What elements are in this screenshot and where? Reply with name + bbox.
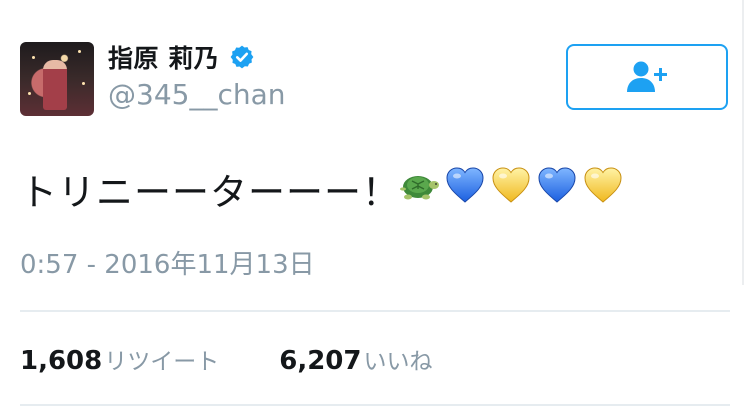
retweet-label[interactable]: リツイート — [104, 342, 219, 376]
add-user-icon — [627, 61, 667, 92]
card-edge-rule — [742, 0, 744, 285]
blue-heart-emoji-icon — [446, 167, 484, 203]
follow-button[interactable] — [566, 44, 728, 110]
avatar-figure — [43, 60, 67, 110]
tweet-emoji-row — [398, 165, 624, 205]
like-count[interactable]: 6,207 — [279, 346, 361, 376]
stats-divider-top — [20, 310, 730, 312]
avatar-sparkle — [82, 82, 85, 85]
avatar-sparkle — [28, 92, 31, 95]
blue-heart-emoji-icon — [538, 167, 576, 203]
stats-divider-bottom — [20, 404, 730, 406]
tweet-stats: 1,608 リツイート 6,207 いいね — [20, 342, 433, 376]
author-display-name[interactable]: 指原 莉乃 — [108, 39, 219, 75]
tweet-text: トリニーーターーー！ — [20, 171, 400, 214]
tweet-timestamp[interactable]: 0:57 - 2016年11月13日 — [20, 244, 315, 281]
retweet-count[interactable]: 1,608 — [20, 346, 102, 376]
avatar-sparkle — [78, 50, 81, 53]
turtle-emoji-icon — [400, 176, 439, 200]
avatar[interactable] — [20, 42, 94, 116]
avatar-sparkle — [32, 56, 35, 59]
author-name-row[interactable]: 指原 莉乃 — [108, 40, 255, 74]
yellow-heart-emoji-icon — [492, 167, 530, 203]
verified-badge-icon — [230, 45, 254, 69]
yellow-heart-emoji-icon — [584, 167, 622, 203]
tweet-card: 指原 莉乃 @345__chan トリニーーターーー！ 0:57 - 2016年… — [0, 0, 750, 411]
author-handle[interactable]: @345__chan — [108, 78, 286, 111]
like-label[interactable]: いいね — [364, 342, 433, 376]
